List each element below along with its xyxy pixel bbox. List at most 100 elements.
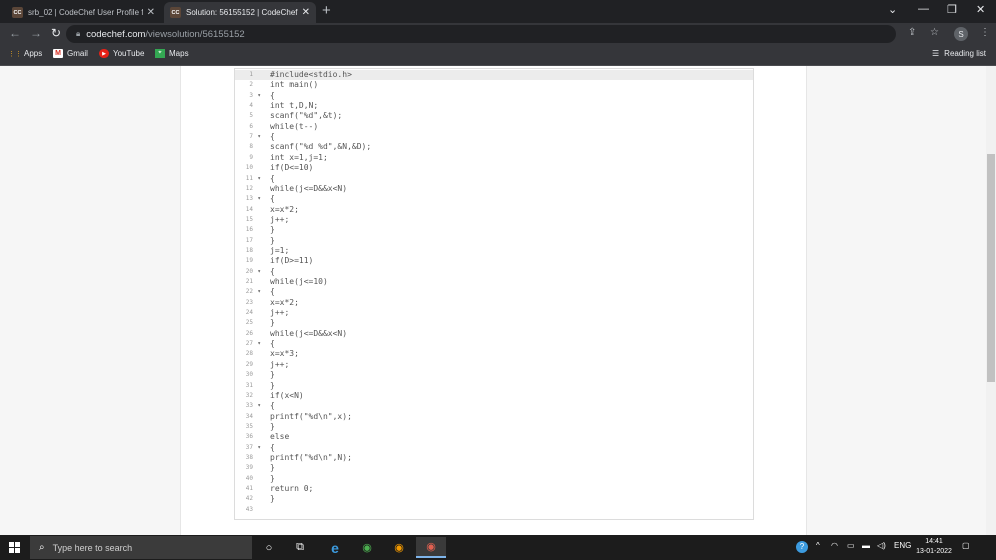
help-icon[interactable]: ? xyxy=(796,541,808,553)
line-number: 32 xyxy=(245,391,253,399)
menu-kebab-icon[interactable]: ⋮ xyxy=(980,27,990,38)
code-text: { xyxy=(270,90,275,100)
reading-list-button[interactable]: ☰ Reading list xyxy=(932,49,986,58)
code-line[interactable]: 43 xyxy=(235,505,753,515)
code-line[interactable]: 8 scanf("%d %d",&N,&D); xyxy=(235,142,753,152)
new-tab-button[interactable]: + xyxy=(322,2,331,19)
code-line[interactable]: 22 ▾ { xyxy=(235,287,753,297)
code-line[interactable]: 7 ▾ { xyxy=(235,132,753,142)
tab-search-chevron-icon[interactable]: ⌄ xyxy=(888,3,897,16)
bookmark-apps[interactable]: ⋮⋮ Apps xyxy=(8,49,42,58)
code-line[interactable]: 26 while(j<=D&&x<N) xyxy=(235,329,753,339)
page-scrollbar[interactable] xyxy=(986,66,996,535)
code-line[interactable]: 17} xyxy=(235,236,753,246)
code-line[interactable]: 23 x=x*2; xyxy=(235,298,753,308)
solution-page: 1 #include<stdio.h> 2 int main() 3 ▾{4 int t,D… xyxy=(180,66,807,535)
code-line[interactable]: 36 else xyxy=(235,432,753,442)
code-line[interactable]: 39} xyxy=(235,463,753,473)
code-line[interactable]: 30} xyxy=(235,370,753,380)
code-line[interactable]: 34 printf("%d\n",x); xyxy=(235,412,753,422)
line-number: 36 xyxy=(245,433,253,441)
language-indicator[interactable]: ENG xyxy=(894,541,911,550)
volume-icon[interactable]: ◁) xyxy=(877,541,886,550)
code-line[interactable]: 5 scanf("%d",&t); xyxy=(235,111,753,121)
line-number: 6 xyxy=(249,122,253,130)
close-window-button[interactable]: ✕ xyxy=(976,3,985,16)
code-line[interactable]: 25} xyxy=(235,318,753,328)
profile-avatar[interactable]: S xyxy=(954,27,968,41)
code-line[interactable]: 14 x=x*2; xyxy=(235,205,753,215)
fold-arrow-icon[interactable]: ▾ xyxy=(255,339,261,349)
code-line[interactable]: 10 if(D<=10) xyxy=(235,163,753,173)
code-line[interactable]: 20 ▾ { xyxy=(235,267,753,277)
code-line[interactable]: 24 j++; xyxy=(235,308,753,318)
fold-arrow-icon[interactable]: ▾ xyxy=(255,132,261,142)
code-line[interactable]: 28 x=x*3; xyxy=(235,349,753,359)
tray-chevron-up-icon[interactable]: ^ xyxy=(816,541,820,550)
code-line[interactable]: 41 return 0; xyxy=(235,484,753,494)
code-line[interactable]: 1 #include<stdio.h> xyxy=(235,70,753,81)
code-line[interactable]: 42} xyxy=(235,494,753,504)
code-line[interactable]: 2 int main() xyxy=(235,80,753,90)
tab-user-profile[interactable]: CC srb_02 | CodeChef User Profile fo ✕ xyxy=(6,2,161,23)
line-number-gutter: 5 xyxy=(235,111,261,121)
back-arrow-icon[interactable]: ← xyxy=(9,26,21,40)
code-line[interactable]: 32 if(x<N) xyxy=(235,391,753,401)
code-line[interactable]: 19 if(D>=11) xyxy=(235,256,753,266)
edge-icon[interactable]: e xyxy=(320,537,350,558)
windows-start-icon[interactable] xyxy=(9,542,20,553)
chrome-active-icon[interactable]: ◉ xyxy=(416,537,446,558)
close-tab-icon[interactable]: ✕ xyxy=(147,7,155,18)
fold-arrow-icon[interactable]: ▾ xyxy=(255,174,261,184)
fold-arrow-icon[interactable]: ▾ xyxy=(255,194,261,204)
code-line[interactable]: 16} xyxy=(235,225,753,235)
code-editor[interactable]: 1 #include<stdio.h> 2 int main() 3 ▾{4 int t,D… xyxy=(234,68,754,520)
code-line[interactable]: 21 while(j<=10) xyxy=(235,277,753,287)
code-line[interactable]: 6 while(t--) xyxy=(235,122,753,132)
bookmark-youtube[interactable]: ▶ YouTube xyxy=(99,49,144,58)
code-line[interactable]: 33 ▾ { xyxy=(235,401,753,411)
taskbar-clock[interactable]: 14:41 13-01-2022 xyxy=(916,537,952,557)
task-view-icon[interactable]: ⧉ xyxy=(285,537,315,558)
fold-arrow-icon[interactable]: ▾ xyxy=(255,91,261,101)
fold-arrow-icon[interactable]: ▾ xyxy=(255,267,261,277)
fold-arrow-icon[interactable]: ▾ xyxy=(255,443,261,453)
bookmark-star-icon[interactable]: ☆ xyxy=(930,27,939,38)
maximize-button[interactable]: ❐ xyxy=(947,3,957,16)
code-line[interactable]: 3 ▾ { xyxy=(235,91,753,101)
code-line[interactable]: 13 ▾ { xyxy=(235,194,753,204)
taskbar-search-box[interactable]: ⌕ Type here to search xyxy=(30,536,252,559)
code-line[interactable]: 38 printf("%d\n",N); xyxy=(235,453,753,463)
code-line[interactable]: 35} xyxy=(235,422,753,432)
code-line[interactable]: 12 while(j<=D&&x<N) xyxy=(235,184,753,194)
close-tab-icon[interactable]: ✕ xyxy=(302,7,310,18)
reload-icon[interactable]: ↻ xyxy=(51,26,61,40)
share-icon[interactable]: ⇪ xyxy=(908,27,916,38)
code-line[interactable]: 9 int x=1,j=1; xyxy=(235,153,753,163)
chrome-icon[interactable]: ◉ xyxy=(352,537,382,558)
chrome-profile-icon[interactable]: ◉ xyxy=(384,537,414,558)
fold-arrow-icon[interactable]: ▾ xyxy=(255,287,261,297)
cortana-icon[interactable]: ○ xyxy=(254,537,284,558)
code-line[interactable]: 4 int t,D,N; xyxy=(235,101,753,111)
bookmark-gmail[interactable]: M Gmail xyxy=(53,49,88,58)
tab-solution[interactable]: CC Solution: 56155152 | CodeChef ✕ xyxy=(164,2,316,23)
code-line[interactable]: 18 j=1; xyxy=(235,246,753,256)
code-line[interactable]: 40} xyxy=(235,474,753,484)
code-line[interactable]: 29 j++; xyxy=(235,360,753,370)
fold-arrow-icon[interactable]: ▾ xyxy=(255,401,261,411)
forward-arrow-icon[interactable]: → xyxy=(30,26,42,40)
network-icon[interactable]: ▬ xyxy=(862,541,870,550)
code-line[interactable]: 11 ▾ { xyxy=(235,174,753,184)
notifications-icon[interactable]: ▢ xyxy=(962,541,970,550)
address-bar[interactable]: 🔒︎ codechef.com /viewsolution/56155152 xyxy=(66,25,896,43)
code-line[interactable]: 37 ▾ { xyxy=(235,443,753,453)
code-line[interactable]: 15 j++; xyxy=(235,215,753,225)
bookmark-maps[interactable]: ⌖ Maps xyxy=(155,49,189,58)
code-line[interactable]: 27 ▾ { xyxy=(235,339,753,349)
battery-icon[interactable]: ▭ xyxy=(847,541,855,550)
scrollbar-thumb[interactable] xyxy=(987,154,995,382)
minimize-button[interactable]: — xyxy=(918,3,929,15)
wifi-icon[interactable]: ◠ xyxy=(831,541,838,550)
code-line[interactable]: 31} xyxy=(235,381,753,391)
